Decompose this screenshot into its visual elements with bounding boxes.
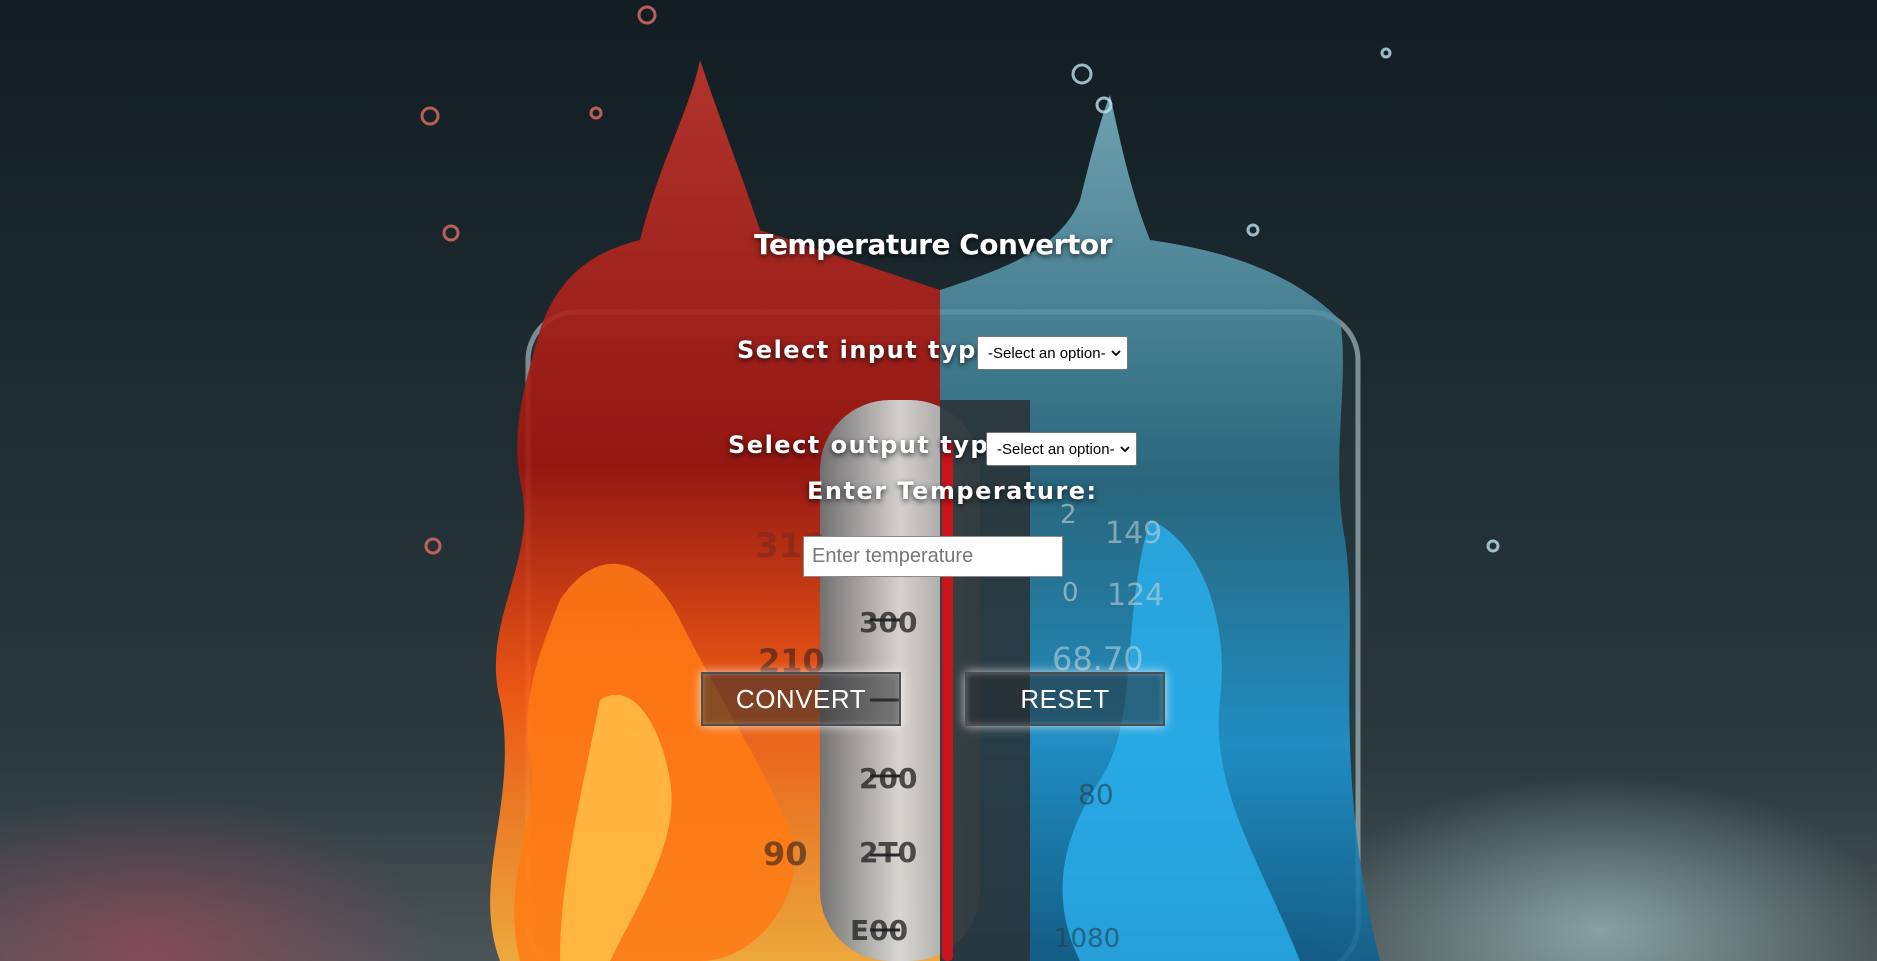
temperature-label: Enter Temperature: bbox=[807, 477, 1098, 505]
input-type-selected-value: -Select an option- bbox=[988, 344, 1106, 362]
output-type-select[interactable]: -Select an option- bbox=[986, 432, 1137, 466]
input-type-select[interactable]: -Select an option- bbox=[977, 336, 1128, 370]
scale-number: 0 bbox=[1062, 578, 1079, 608]
scale-number: 2T0 bbox=[859, 836, 918, 869]
scale-number: 300 bbox=[859, 606, 918, 639]
scale-number: 149 bbox=[1105, 516, 1163, 551]
chevron-down-icon bbox=[1120, 446, 1130, 453]
scale-number: 90 bbox=[763, 835, 808, 873]
scale-number: 1080 bbox=[1054, 924, 1121, 954]
scale-number: 80 bbox=[1078, 778, 1114, 811]
scale-number: 124 bbox=[1107, 578, 1165, 613]
scale-number: 200 bbox=[859, 762, 918, 795]
reset-button[interactable]: RESET bbox=[965, 672, 1165, 726]
convert-button[interactable]: CONVERT bbox=[701, 672, 901, 726]
output-type-label: Select output type: bbox=[728, 431, 1018, 459]
page-title: Temperature Convertor bbox=[754, 228, 1112, 261]
thermometer-mercury-shape bbox=[942, 440, 953, 961]
output-type-selected-value: -Select an option- bbox=[997, 440, 1115, 458]
chevron-down-icon bbox=[1111, 350, 1121, 357]
temperature-input[interactable] bbox=[803, 536, 1063, 577]
input-type-label: Select input type: bbox=[737, 336, 1006, 364]
scale-number: E00 bbox=[850, 914, 909, 947]
